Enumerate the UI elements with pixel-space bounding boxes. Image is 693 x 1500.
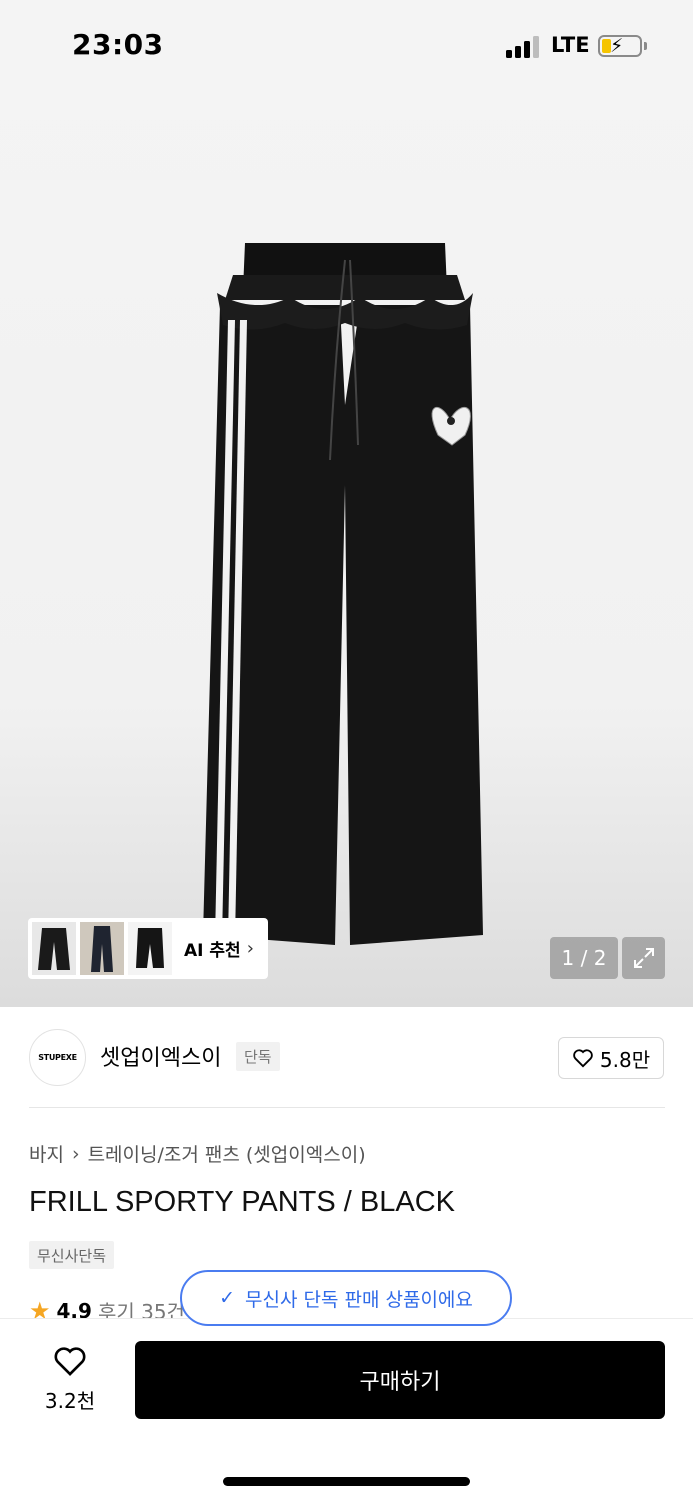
chevron-right-icon: ›: [246, 938, 254, 959]
page-indicator: 1 / 2: [550, 937, 618, 979]
signal-icon: [506, 34, 544, 58]
wishlist-count: 3.2천: [44, 1389, 96, 1413]
chevron-right-icon: ›: [71, 1142, 80, 1165]
network-label: LTE: [551, 33, 590, 57]
brand-like-button[interactable]: 5.8만: [558, 1037, 664, 1079]
wishlist-button[interactable]: 3.2천: [30, 1345, 110, 1414]
recommend-thumbnail[interactable]: [128, 922, 172, 975]
divider: [29, 1107, 665, 1108]
buy-button[interactable]: 구매하기: [135, 1341, 665, 1419]
breadcrumb-item[interactable]: 트레이닝/조거 팬츠 (셋업이엑스이): [88, 1140, 366, 1167]
product-image: [203, 243, 483, 945]
toast-message: 무신사 단독 판매 상품이에요: [245, 1288, 473, 1311]
expand-icon: [633, 948, 654, 968]
status-bar: 23:03 LTE ⚡: [0, 0, 693, 90]
ai-recommend-card[interactable]: AI 추천 ›: [28, 918, 268, 979]
ai-recommend-label: AI 추천: [184, 941, 241, 961]
breadcrumb-item[interactable]: 바지: [29, 1140, 64, 1167]
brand-logo-text: STUPEXE: [38, 1053, 77, 1062]
home-indicator: [223, 1477, 470, 1486]
brand-logo[interactable]: STUPEXE: [29, 1029, 86, 1086]
product-title: FRILL SPORTY PANTS / BLACK: [29, 1186, 456, 1218]
brand-name[interactable]: 셋업이엑스이: [100, 1040, 221, 1072]
bottom-bar: 3.2천 구매하기: [0, 1318, 693, 1500]
check-icon: ✓: [219, 1287, 236, 1309]
battery-cap: [644, 42, 647, 50]
heart-icon: [54, 1347, 86, 1376]
heart-icon: [573, 1049, 593, 1068]
recommend-thumbnail[interactable]: [80, 922, 124, 975]
product-image-gallery[interactable]: AI 추천 › 1 / 2: [0, 0, 693, 1007]
exclusive-toast: ✓ 무신사 단독 판매 상품이에요: [180, 1270, 512, 1326]
brand-like-count: 5.8만: [599, 1047, 651, 1072]
recommend-thumbnail[interactable]: [32, 922, 76, 975]
exclusive-tag: 무신사단독: [29, 1241, 115, 1269]
brand-row: STUPEXE 셋업이엑스이 단독 5.8만: [0, 1007, 693, 1107]
expand-button[interactable]: [622, 937, 665, 979]
breadcrumb: 바지 › 트레이닝/조거 팬츠 (셋업이엑스이): [29, 1140, 366, 1167]
battery-charging-icon: ⚡: [598, 35, 642, 57]
status-time: 23:03: [72, 28, 164, 61]
exclusive-badge: 단독: [236, 1042, 280, 1071]
